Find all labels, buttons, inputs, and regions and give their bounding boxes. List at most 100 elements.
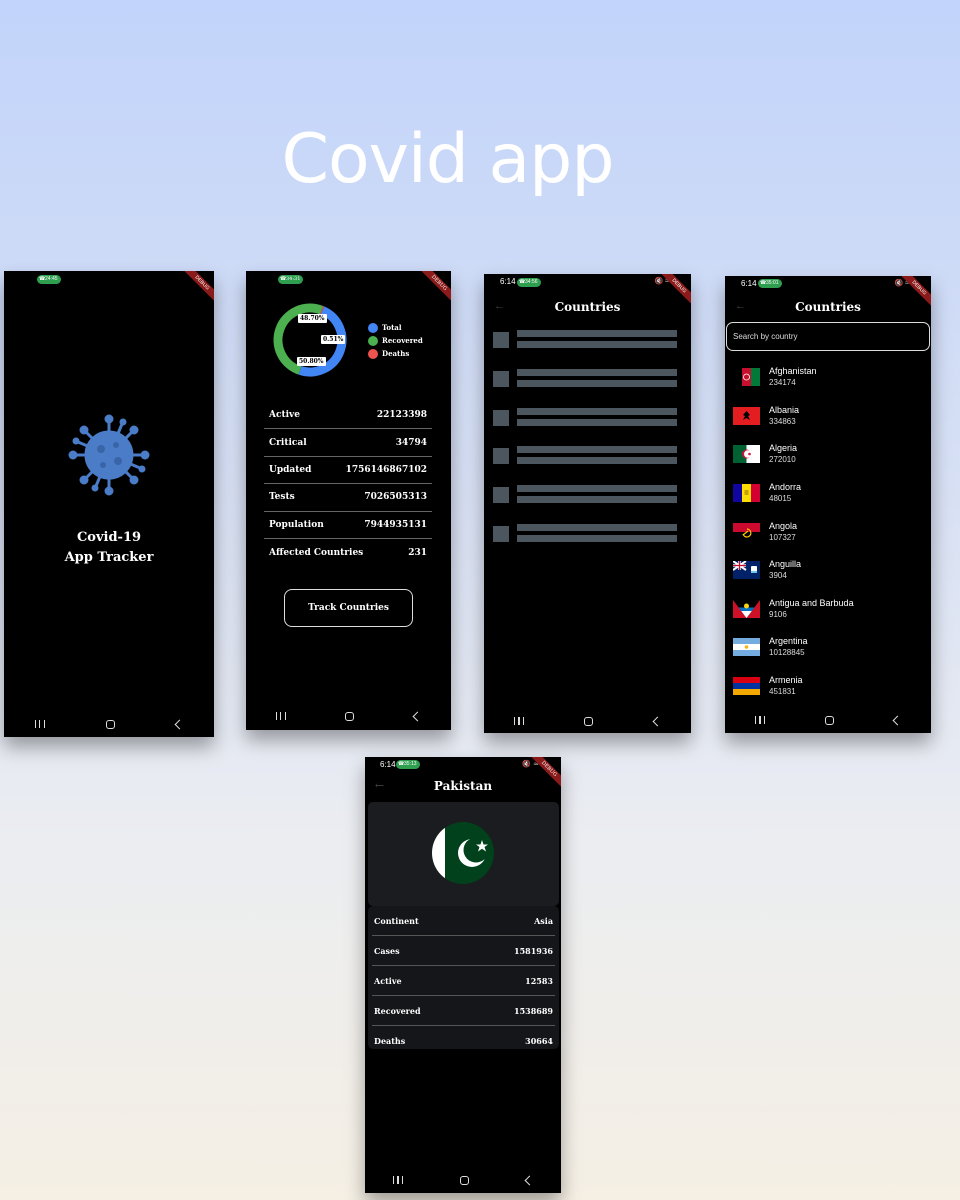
country-name: Andorra (769, 482, 802, 493)
detail-label: Cases (374, 945, 400, 956)
skeleton-placeholder (517, 407, 677, 415)
stat-label: Tests (269, 492, 295, 503)
debug-banner: DEBUG (180, 271, 214, 305)
country-count: 451831 (769, 687, 796, 697)
detail-row: Recovered 1538689 (372, 996, 555, 1026)
stats-list: Active 22123398 Critical 34794 Updated 1756… (264, 402, 432, 566)
detail-row: Cases 1581936 (372, 936, 555, 966)
skeleton-placeholder (493, 409, 509, 426)
country-name: Algeria (769, 443, 798, 454)
country-name: Afghanistan (769, 366, 817, 377)
detail-card: Continent Asia Cases 1581936 Active 12583 R… (368, 906, 559, 1049)
detail-row: Deaths 30664 (372, 1026, 555, 1056)
back-icon[interactable] (524, 1175, 535, 1185)
system-nav-bar (484, 713, 691, 729)
stat-value: 22123398 (376, 410, 427, 421)
stat-row: Affected Countries 231 (264, 539, 432, 566)
detail-value: 1581936 (514, 945, 553, 956)
country-list: Afghanistan 234174 Albania 334863 Algeria 2… (733, 358, 923, 705)
country-name: Anguilla (769, 559, 802, 570)
armenia-flag-icon (733, 677, 760, 696)
system-nav-bar (4, 716, 214, 732)
country-count: 272010 (769, 455, 796, 465)
skeleton-placeholder (493, 370, 509, 387)
back-icon[interactable] (892, 715, 903, 725)
back-icon[interactable] (412, 711, 423, 721)
skeleton-row (493, 407, 678, 428)
country-count: 9106 (769, 609, 787, 619)
search-input[interactable] (726, 322, 930, 351)
stat-label: Updated (269, 464, 312, 475)
debug-banner: DEBUG (417, 271, 451, 305)
recents-icon[interactable] (393, 1176, 404, 1184)
skeleton-placeholder (517, 446, 677, 454)
detail-value: Asia (534, 915, 553, 926)
home-icon[interactable] (825, 715, 834, 725)
appbar-title: Countries (795, 300, 861, 314)
detail-label: Active (374, 975, 402, 986)
recents-icon[interactable] (514, 717, 525, 725)
country-detail-screen: 6:14 35:13 🔇 ≈ DEBUG ← Pakistan Continen… (365, 757, 561, 1193)
back-icon[interactable] (174, 719, 185, 729)
system-nav-bar (365, 1172, 561, 1188)
skeleton-placeholder (517, 418, 677, 426)
country-item[interactable]: Andorra 48015 (733, 474, 923, 513)
skeleton-row (493, 446, 678, 466)
country-item[interactable]: Anguilla 3904 (733, 551, 923, 590)
call-status-pill: 34:56 (517, 278, 541, 287)
legend-item: Recovered (368, 334, 423, 347)
stat-row: Active 22123398 (264, 402, 432, 430)
country-name: Antigua and Barbuda (769, 597, 854, 608)
status-time: 6:14 (500, 277, 516, 286)
country-count: 234174 (769, 378, 796, 388)
dashboard-screen: 34:31 DEBUG 48.70% 0.51% 50.80% Total Re… (246, 271, 451, 730)
country-count: 3904 (769, 571, 787, 581)
stat-label: Population (269, 519, 324, 530)
country-count: 48015 (769, 494, 792, 504)
skeleton-placeholder (517, 368, 677, 376)
skeleton-placeholder (517, 496, 677, 504)
stat-row: Population 7944935131 (264, 512, 432, 539)
skeleton-placeholder (517, 330, 677, 337)
skeleton-placeholder (493, 526, 509, 542)
track-countries-button[interactable]: Track Countries (284, 589, 413, 627)
country-item[interactable]: Armenia 451831 (733, 667, 923, 706)
home-icon[interactable] (584, 716, 594, 726)
system-nav-bar (246, 708, 451, 724)
country-name: Armenia (769, 675, 803, 686)
country-item[interactable]: Antigua and Barbuda 9106 (733, 590, 923, 629)
legend-dot (368, 335, 378, 346)
home-icon[interactable] (459, 1175, 469, 1185)
skeleton-row (493, 330, 678, 350)
countries-loading-screen: 6:14 34:56 🔇 ≈ DEBUG ← Countries (484, 274, 691, 733)
algeria-flag-icon (733, 445, 760, 464)
stat-value: 7944935131 (364, 519, 427, 530)
back-icon[interactable] (652, 716, 663, 726)
country-name: Argentina (769, 636, 808, 647)
chart-legend: Total Recovered Deaths (368, 321, 423, 360)
recents-icon[interactable] (275, 712, 286, 720)
stat-value: 231 (408, 547, 427, 558)
home-icon[interactable] (105, 719, 115, 729)
country-item[interactable]: Afghanistan 234174 (733, 358, 923, 397)
country-item[interactable]: Albania 334863 (733, 397, 923, 436)
detail-label: Recovered (374, 1005, 421, 1016)
stat-value: 34794 (395, 437, 427, 448)
country-item[interactable]: Angola 107327 (733, 512, 923, 551)
skeleton-placeholder (517, 341, 677, 348)
stat-value: 1756146867102 (345, 464, 427, 475)
home-icon[interactable] (345, 711, 355, 721)
country-item[interactable]: Argentina 10128845 (733, 628, 923, 667)
splash-line-2: App Tracker (64, 550, 154, 565)
skeleton-placeholder (493, 332, 509, 348)
skeleton-placeholder (517, 379, 677, 387)
detail-value: 1538689 (514, 1005, 553, 1016)
country-count: 10128845 (769, 648, 805, 658)
recents-icon[interactable] (34, 720, 45, 728)
call-status-pill: 35:13 (396, 760, 420, 769)
legend-item: Total (368, 321, 423, 334)
country-item[interactable]: Algeria 272010 (733, 435, 923, 474)
recents-icon[interactable] (755, 716, 765, 724)
appbar-title: Pakistan (433, 779, 493, 793)
skeleton-placeholder (517, 535, 677, 542)
